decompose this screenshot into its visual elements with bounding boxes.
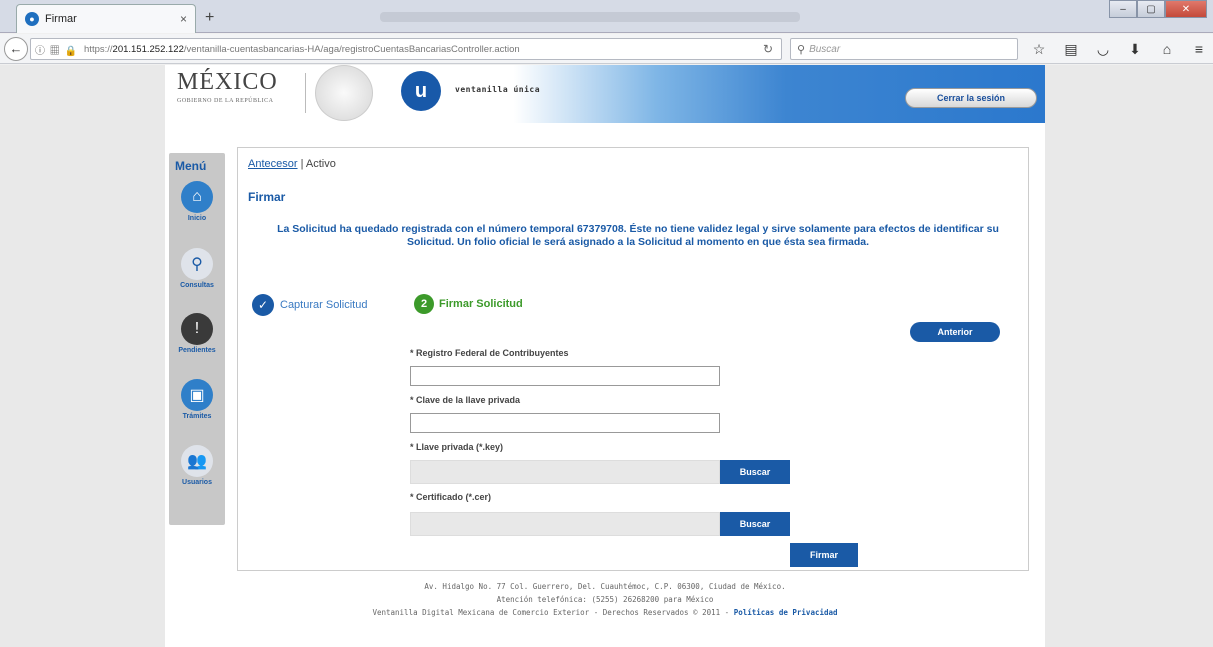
close-tab-icon[interactable]: × [180,12,187,26]
ventanilla-logo-icon: u [401,71,441,111]
browser-tab[interactable]: ● Firmar × [16,4,196,33]
page-container: MÉXICO GOBIERNO DE LA REPÚBLICA u ventan… [165,65,1045,647]
hamburger-menu-icon[interactable]: ≡ [1190,40,1208,58]
browse-cert-button[interactable]: Buscar [720,512,790,536]
url-bar[interactable]: ⓘ ▦ 🔒 https://201.151.252.122/ventanilla… [30,38,782,60]
firmar-button[interactable]: Firmar [790,543,858,567]
breadcrumb-current: Activo [305,158,336,170]
site-header: MÉXICO GOBIERNO DE LA REPÚBLICA u ventan… [165,65,1045,125]
reading-list-icon[interactable]: ▤ [1062,40,1080,58]
pocket-icon[interactable]: ◡ [1094,40,1112,58]
home-icon: ⌂ [181,181,213,213]
minimize-button[interactable]: ‒ [1109,0,1137,18]
step-firmar-solicitud: 2 Firmar Solicitud [414,294,523,314]
sidebar-item-usuarios[interactable]: 👥 Usuarios [173,445,221,486]
sidebar-item-consultas[interactable]: ⚲ Consultas [173,248,221,289]
alert-icon: ! [181,313,213,345]
new-tab-button[interactable]: + [205,9,214,27]
download-icon[interactable]: ⬇ [1126,40,1144,58]
browse-key-button[interactable]: Buscar [720,460,790,484]
site-info-icon[interactable]: ⓘ ▦ 🔒 [35,42,78,57]
browser-tab-bar: ● Firmar × + ‒ ▢ ✕ [0,0,1213,33]
firefox-favicon-icon: ● [25,12,39,26]
key-file-field [410,460,720,484]
mexico-logo[interactable]: MÉXICO GOBIERNO DE LA REPÚBLICA [177,69,278,104]
sidebar-item-inicio[interactable]: ⌂ Inicio [173,181,221,222]
url-text: https://201.151.252.122/ventanilla-cuent… [84,43,520,55]
reload-icon[interactable]: ↻ [763,42,773,56]
bookmark-star-icon[interactable]: ☆ [1030,40,1048,58]
page-title: Firmar [248,190,286,204]
users-icon: 👥 [181,445,213,477]
browser-toolbar: ☆ ▤ ◡ ⬇ ⌂ ≡ [1030,40,1208,58]
check-icon: ✓ [252,294,274,316]
key-file-label: * Llave privada (*.key) [410,442,504,452]
privacy-policy-link[interactable]: Políticas de Privacidad [734,608,838,617]
close-window-button[interactable]: ✕ [1165,0,1207,18]
rfc-input[interactable] [410,366,720,386]
window-title-blur [380,12,800,22]
side-menu: Menú ⌂ Inicio ⚲ Consultas ! Pendientes ▣… [169,153,225,525]
search-bar[interactable]: ⚲ Buscar [790,38,1018,60]
maximize-button[interactable]: ▢ [1137,0,1165,18]
search-icon: ⚲ [797,43,806,56]
anterior-button[interactable]: Anterior [910,322,1000,342]
breadcrumb: Antecesor | Activo [248,158,336,170]
back-arrow-icon[interactable]: ← [4,36,28,61]
tab-title: Firmar [45,13,77,25]
info-message: La Solicitud ha quedado registrada con e… [277,223,999,248]
breadcrumb-link-antecesor[interactable]: Antecesor [248,158,298,170]
footer-address: Av. Hidalgo No. 77 Col. Guerrero, Del. C… [424,582,786,591]
menu-title: Menú [175,159,207,173]
browser-nav-bar: ← ⓘ ▦ 🔒 https://201.151.252.122/ventanil… [0,34,1213,64]
home-icon[interactable]: ⌂ [1158,40,1176,58]
page-viewport: MÉXICO GOBIERNO DE LA REPÚBLICA u ventan… [0,65,1213,647]
logo-divider [305,73,306,113]
step-number-icon: 2 [414,294,434,314]
brand-text: ventanilla única [455,85,541,94]
cert-file-label: * Certificado (*.cer) [410,492,492,502]
logout-button[interactable]: Cerrar la sesión [905,88,1037,108]
private-key-password-label: * Clave de la llave privada [410,395,521,405]
window-controls: ‒ ▢ ✕ [1109,0,1207,18]
document-icon: ▣ [181,379,213,411]
national-seal-icon [315,65,373,121]
search-placeholder: Buscar [809,43,841,55]
footer-copyright: Ventanilla Digital Mexicana de Comercio … [372,608,838,617]
cert-file-field [410,512,720,536]
sidebar-item-tramites[interactable]: ▣ Trámites [173,379,221,420]
footer-phone: Atención telefónica: (5255) 26268200 par… [496,595,714,604]
private-key-password-input[interactable] [410,413,720,433]
main-content: Antecesor | Activo Firmar La Solicitud h… [237,147,1029,571]
site-footer: Av. Hidalgo No. 77 Col. Guerrero, Del. C… [165,580,1045,619]
magnifier-icon: ⚲ [181,248,213,280]
rfc-label: * Registro Federal de Contribuyentes [410,348,569,358]
sidebar-item-pendientes[interactable]: ! Pendientes [173,313,221,354]
step-capturar-solicitud: ✓ Capturar Solicitud [252,294,367,316]
